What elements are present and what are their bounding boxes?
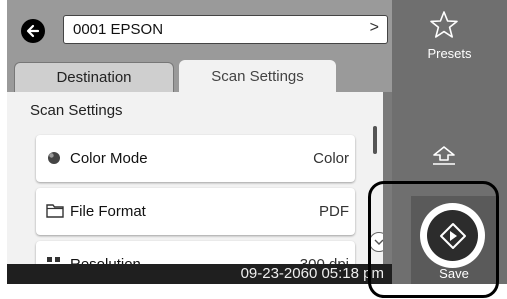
tab-scan-settings[interactable]: Scan Settings <box>179 60 336 92</box>
address-bar: 0001 EPSON > <box>7 0 392 60</box>
save-highlight-outline <box>368 181 499 298</box>
row-label: File Format <box>70 203 146 220</box>
scan-settings-panel: Scan Settings Color Mode Color File Form… <box>7 92 383 264</box>
status-bar: 09-23-2060 05:18 pm <box>7 264 392 284</box>
row-label: Resolution <box>70 256 141 264</box>
tab-bar: Destination Scan Settings <box>7 60 392 92</box>
chevron-right-icon: > <box>369 19 379 36</box>
tab-destination[interactable]: Destination <box>14 62 174 92</box>
destination-field[interactable]: 0001 EPSON > <box>63 15 388 44</box>
star-icon <box>429 10 459 45</box>
scrollbar[interactable] <box>373 126 377 154</box>
back-button[interactable] <box>21 19 45 43</box>
folder-icon <box>46 203 64 223</box>
date-time: 09-23-2060 05:18 pm <box>240 265 384 282</box>
row-value: Color <box>313 150 349 167</box>
destination-value: 0001 EPSON <box>73 21 164 38</box>
upload-icon[interactable] <box>429 144 459 171</box>
color-mode-icon <box>46 150 62 171</box>
row-value: PDF <box>319 203 349 220</box>
section-title: Scan Settings <box>30 102 123 119</box>
color-mode-row[interactable]: Color Mode Color <box>36 135 355 182</box>
arrow-left-icon <box>26 24 40 38</box>
presets-label: Presets <box>427 46 472 61</box>
resolution-icon <box>46 256 62 264</box>
row-value: 300 dpi <box>300 256 349 264</box>
row-label: Color Mode <box>70 150 148 167</box>
presets-button[interactable]: Presets <box>392 0 507 100</box>
file-format-row[interactable]: File Format PDF <box>36 188 355 235</box>
resolution-row[interactable]: Resolution 300 dpi <box>36 241 355 264</box>
